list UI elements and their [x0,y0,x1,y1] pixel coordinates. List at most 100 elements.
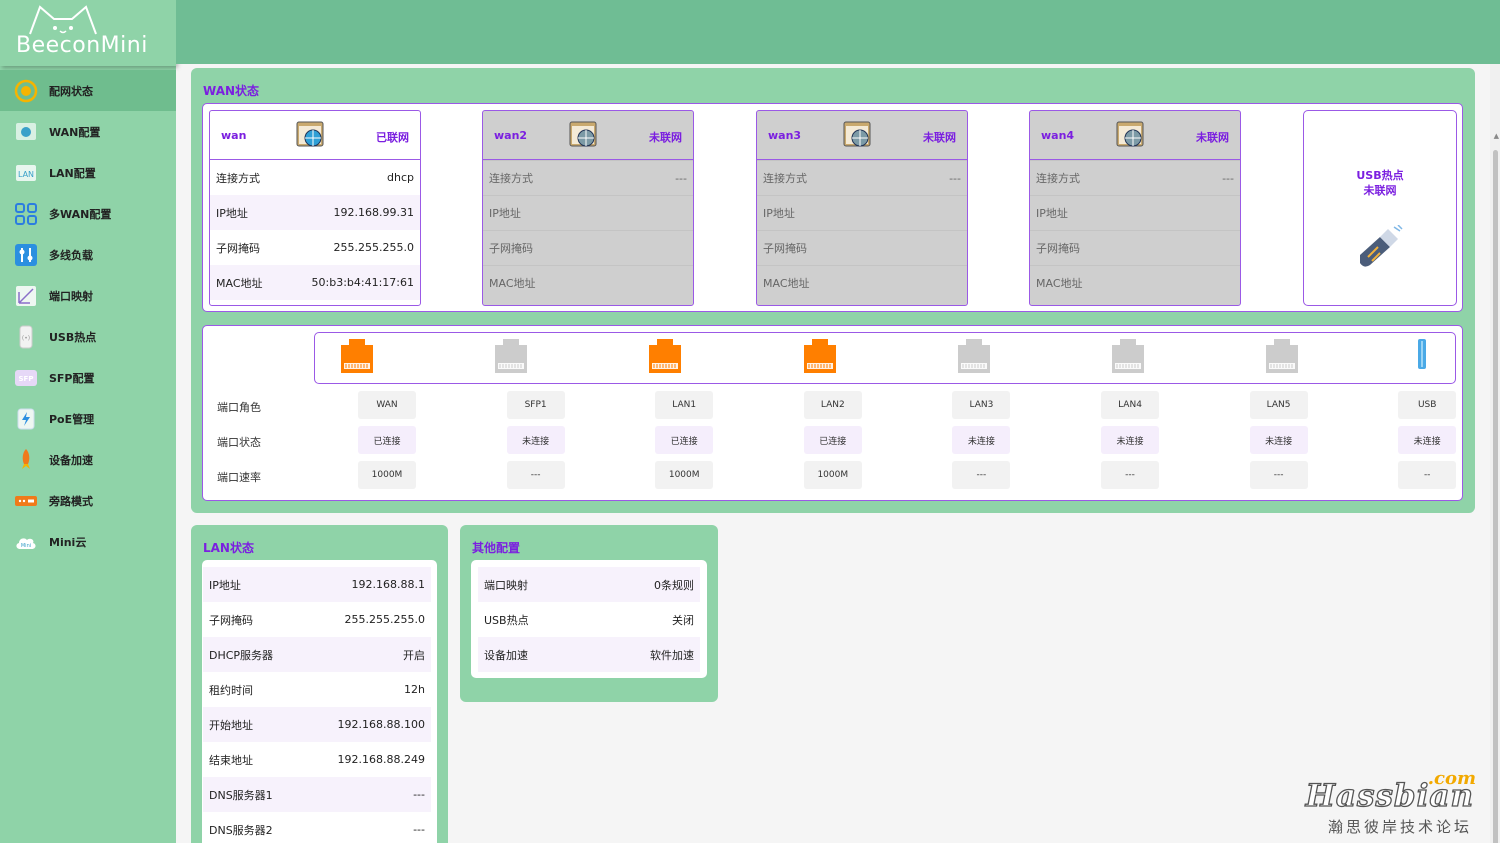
wan-name: wan3 [768,129,802,142]
lan-row-mask: 子网掩码 255.255.255.0 [209,613,425,627]
port-mapping-icon [13,283,39,309]
port-speed-cell: --- [1249,461,1308,489]
wan-name: wan [221,129,247,142]
wan-row-mac: MAC地址 [483,265,693,300]
wan-card-wan[interactable]: wan 已联网 连接方式 dhcp IP地址 192.168.99.31 子网掩码 2… [209,110,421,306]
load-balance-icon [13,242,39,268]
ethernet-port-icon [957,339,990,373]
watermark-main: Hassbian [1305,777,1474,814]
wan-card-wan3[interactable]: wan3 未联网 连接方式 --- IP地址 子网掩码 MAC地址 [756,110,968,306]
sidebar-item-label: 多线负载 [49,248,93,262]
ports-box: 端口角色 端口状态 端口速率 WAN 已连接 1000M SFP1 未连接 --- LAN1… [202,325,1463,501]
cat-logo-icon [29,5,97,35]
wan-status-panel: WAN状态 wan 已联网 连接方式 dhcp IP地址 192.168.99.31… [191,68,1475,513]
sidebar-item-poe[interactable]: PoE管理 [0,398,176,439]
other-row-port-mapping: 端口映射 0条规则 [478,567,700,602]
sidebar-item-wan-config[interactable]: WAN配置 [0,111,176,152]
sidebar-item-label: LAN配置 [49,166,96,180]
sidebar-item-port-mapping[interactable]: 端口映射 [0,275,176,316]
port-role-cell: LAN4 [1101,391,1159,419]
sidebar-item-usb-hotspot[interactable]: (•) USB热点 [0,316,176,357]
port-status-cell: 未连接 [1398,426,1457,454]
brand-name: BeeconMini [16,33,148,58]
wan-row-mask: 子网掩码 255.255.255.0 [216,241,414,255]
sidebar-item-label: 多WAN配置 [49,207,112,221]
wan-row-mode: 连接方式 --- [1030,160,1240,195]
globe-window-icon [569,121,597,147]
ethernet-port-icon [1266,339,1299,373]
lan-row-end: 结束地址 192.168.88.249 [209,753,425,767]
port-status-cell: 未连接 [506,426,565,454]
ethernet-port-icon [649,339,682,373]
lan-row-lease: 租约时间 12h [209,683,425,697]
bypass-icon [13,488,39,514]
wan-row-mask: 子网掩码 [757,230,967,265]
sidebar-item-acceleration[interactable]: 设备加速 [0,439,176,480]
wan-row-mode: 连接方式 dhcp [216,171,414,185]
scroll-up-icon[interactable]: ▲ [1494,132,1499,140]
port-status-cell: 已连接 [358,426,416,454]
panel-title: WAN状态 [203,84,260,98]
sidebar-item-lan-config[interactable]: LAN LAN配置 [0,152,176,193]
multi-wan-icon [13,201,39,227]
wan-row-mac: MAC地址 [757,265,967,300]
wan-card-wan4[interactable]: wan4 未联网 连接方式 --- IP地址 子网掩码 MAC地址 [1029,110,1241,306]
lan-status-panel: LAN状态 IP地址 192.168.88.1 子网掩码 255.255.255.0… [191,525,448,843]
sidebar-item-mini-cloud[interactable]: Mini Mini云 [0,521,176,562]
other-config-panel: 其他配置 端口映射 0条规则 USB热点 关闭 设备加速 软件加速 [460,525,718,702]
ethernet-port-icon [341,339,373,373]
sidebar-item-network-status[interactable]: 配网状态 [0,70,176,111]
globe-window-icon [296,121,324,147]
wan-row-mask: 子网掩码 [1030,230,1240,265]
wan-state: 未联网 [923,131,956,144]
port-status-cell: 未连接 [1249,426,1308,454]
wan-name: wan2 [494,129,528,142]
lan-row-ip: IP地址 192.168.88.1 [203,567,431,602]
sidebar-item-sfp-config[interactable]: SFP SFP配置 [0,357,176,398]
sidebar-item-bypass[interactable]: 旁路模式 [0,480,176,521]
sidebar-item-label: 端口映射 [49,289,93,303]
ethernet-port-icon [1112,339,1144,373]
other-row-usb-hotspot: USB热点 关闭 [484,613,694,627]
wan-row-ip: IP地址 [483,195,693,230]
wan-state: 已联网 [376,131,409,144]
wan-card-wan2[interactable]: wan2 未联网 连接方式 --- IP地址 子网掩码 MAC地址 [482,110,694,306]
sidebar-item-multi-wan[interactable]: 多WAN配置 [0,193,176,234]
wan-row-mode: 连接方式 --- [483,160,693,195]
usb-port-icon [1418,339,1427,369]
ethernet-port-icon [495,339,528,373]
wan-row-mode: 连接方式 --- [757,160,967,195]
svg-text:(•): (•) [22,335,30,342]
port-status-label: 端口状态 [217,436,261,449]
lan-row-start: 开始地址 192.168.88.100 [203,707,431,742]
svg-text:Mini: Mini [21,543,31,549]
scrollbar[interactable]: ▲ [1490,64,1500,843]
port-speed-cell: 1000M [358,461,416,489]
sidebar-item-label: Mini云 [49,535,87,549]
wan-state: 未联网 [1196,131,1229,144]
scroll-thumb[interactable] [1493,150,1498,843]
usb-hotspot-status: USB热点 未联网 [1356,169,1404,197]
sfp-icon: SFP [13,365,39,391]
port-speed-cell: --- [952,461,1011,489]
sidebar-item-label: 配网状态 [49,84,93,98]
other-row-acceleration: 设备加速 软件加速 [478,637,700,672]
sidebar-item-label: USB热点 [49,330,97,344]
port-status-cell: 已连接 [803,426,862,454]
port-role-cell: LAN5 [1249,391,1308,419]
cloud-icon: Mini [13,529,39,555]
sidebar-item-label: SFP配置 [49,371,95,385]
logo: BeeconMini [0,0,176,66]
lan-row-dhcp: DHCP服务器 开启 [203,637,431,672]
port-status-cell: 未连接 [952,426,1011,454]
wan-row-mac: MAC地址 [1030,265,1240,300]
port-role-cell: LAN3 [952,391,1011,419]
globe-window-icon [843,121,871,147]
globe-window-icon [1116,121,1144,147]
port-role-cell: LAN1 [655,391,714,419]
ethernet-port-icon [803,339,836,373]
wan-row-mask: 子网掩码 [483,230,693,265]
usb-hotspot-icon: (•) [13,324,39,350]
usb-hotspot-card[interactable]: USB热点 未联网 [1303,110,1457,306]
sidebar-item-load-balance[interactable]: 多线负载 [0,234,176,275]
